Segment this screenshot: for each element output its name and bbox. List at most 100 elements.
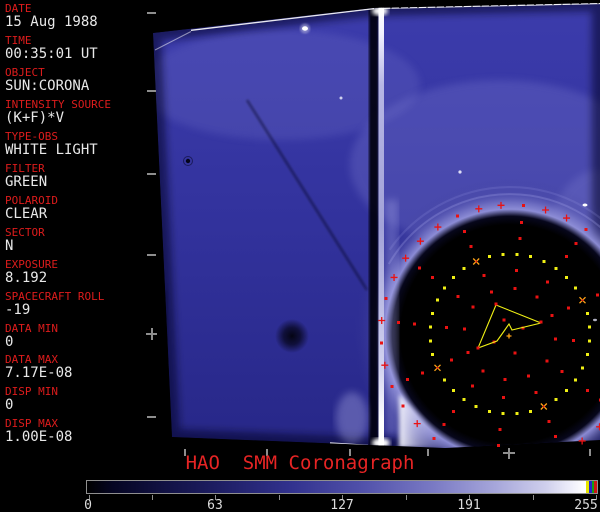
limb-ring-dot <box>529 410 532 413</box>
field-value: WHITE LIGHT <box>5 143 98 158</box>
limb-ring-dot <box>542 260 545 263</box>
limb-ring-dot <box>431 353 434 356</box>
limb-ring-dot <box>554 267 557 270</box>
extra-dot <box>514 352 517 355</box>
limb-ring-dot <box>586 312 589 315</box>
colorbar-tick <box>406 495 407 500</box>
metadata-field: DATA MIN0 <box>5 323 58 350</box>
metadata-field: DISP MIN0 <box>5 386 58 413</box>
polygon-vertex-dot <box>476 346 479 349</box>
field-label: TYPE-OBS <box>5 131 98 143</box>
spoke-dot <box>551 314 554 317</box>
cardinal-x-center <box>437 367 439 369</box>
spoke-dot <box>421 372 424 375</box>
outer-ring-dot <box>522 204 525 207</box>
spoke-dot <box>497 444 500 447</box>
field-value: 7.17E-08 <box>5 366 72 381</box>
cardinal-x-center <box>475 261 477 263</box>
axis-tick <box>151 328 153 340</box>
colorbar-marker-stripe <box>594 481 597 493</box>
field-value: 1.00E-08 <box>5 430 72 445</box>
colorbar-tick <box>152 495 153 500</box>
spoke-dot <box>450 359 453 362</box>
camera-fov <box>140 3 600 448</box>
spoke-dot <box>554 435 557 438</box>
limb-ring-dot <box>443 287 446 290</box>
limb-ring-dot <box>565 389 568 392</box>
limb-ring-dot <box>429 339 432 342</box>
limb-ring-dot <box>463 398 466 401</box>
metadata-field: TIME00:35:01 UT <box>5 35 98 62</box>
outer-ring-dot <box>391 385 394 388</box>
limb-ring-dot <box>488 255 491 258</box>
metadata-field: TYPE-OBSWHITE LIGHT <box>5 131 98 158</box>
spoke-dot <box>413 322 416 325</box>
extra-dot <box>503 319 506 322</box>
field-value: 0 <box>5 335 58 350</box>
pylon-shadow <box>369 8 379 448</box>
colorbar-tick-label: 191 <box>439 499 499 512</box>
spoke-dot <box>515 269 518 272</box>
outer-ring-dot <box>456 215 459 218</box>
outer-ring-dot <box>433 437 436 440</box>
outer-ring-dot <box>384 297 387 300</box>
spoke-dot <box>527 375 530 378</box>
field-value: 8.192 <box>5 271 58 286</box>
spoke-dot <box>498 428 501 431</box>
spoke-dot <box>471 305 474 308</box>
spoke-dot <box>546 360 549 363</box>
limb-ring-dot <box>574 287 577 290</box>
spoke-dot <box>481 370 484 373</box>
spoke-dot <box>536 295 539 298</box>
outer-ring-dot <box>402 405 405 408</box>
field-value: N <box>5 239 45 254</box>
limb-ring-dot <box>588 339 591 342</box>
spoke-dot <box>490 290 493 293</box>
spoke-dot <box>431 276 434 279</box>
limb-ring-dot <box>488 410 491 413</box>
metadata-field: INTENSITY SOURCE(K+F)*V <box>5 99 111 126</box>
spoke-dot <box>452 410 455 413</box>
colorbar-tick <box>533 495 534 500</box>
limb-ring-dot <box>431 312 434 315</box>
spoke-dot <box>504 378 507 381</box>
limb-ring-dot <box>502 253 505 256</box>
limb-ring-dot <box>515 253 518 256</box>
spoke-dot <box>565 255 568 258</box>
spoke-dot <box>535 391 538 394</box>
field-label: SECTOR <box>5 227 45 239</box>
spoke-dot <box>502 396 505 399</box>
spoke-dot <box>554 337 557 340</box>
metadata-field: SECTORN <box>5 227 45 254</box>
limb-ring-dot <box>452 276 455 279</box>
field-label: POLAROID <box>5 195 58 207</box>
limb-ring-dot <box>515 412 518 415</box>
spoke-dot <box>513 287 516 290</box>
cardinal-x-center <box>582 299 584 301</box>
spoke-dot <box>443 423 446 426</box>
polygon-vertex-dot <box>494 302 497 305</box>
metadata-field: EXPOSURE8.192 <box>5 259 58 286</box>
field-label: EXPOSURE <box>5 259 58 271</box>
colorbar-tick-label: 127 <box>312 499 372 512</box>
cardinal-x-center <box>543 406 545 408</box>
limb-ring-dot <box>574 378 577 381</box>
field-value: -19 <box>5 303 104 318</box>
spoke-dot <box>574 242 577 245</box>
spoke-dot <box>471 384 474 387</box>
spoke-dot <box>418 267 421 270</box>
limb-ring-dot <box>581 366 584 369</box>
dark-speck <box>186 159 190 163</box>
metadata-field: POLAROIDCLEAR <box>5 195 58 222</box>
metadata-field: DATA MAX7.17E-08 <box>5 354 72 381</box>
field-value: CLEAR <box>5 207 58 222</box>
polygon-vertex-dot <box>539 320 542 323</box>
limb-ring-dot <box>443 378 446 381</box>
limb-ring-dot <box>475 405 478 408</box>
limb-ring-dot <box>429 326 432 329</box>
spoke-dot <box>572 339 575 342</box>
field-label: DATA MIN <box>5 323 58 335</box>
spoke-dot <box>586 389 589 392</box>
field-value: (K+F)*V <box>5 111 111 126</box>
spoke-dot <box>567 306 570 309</box>
